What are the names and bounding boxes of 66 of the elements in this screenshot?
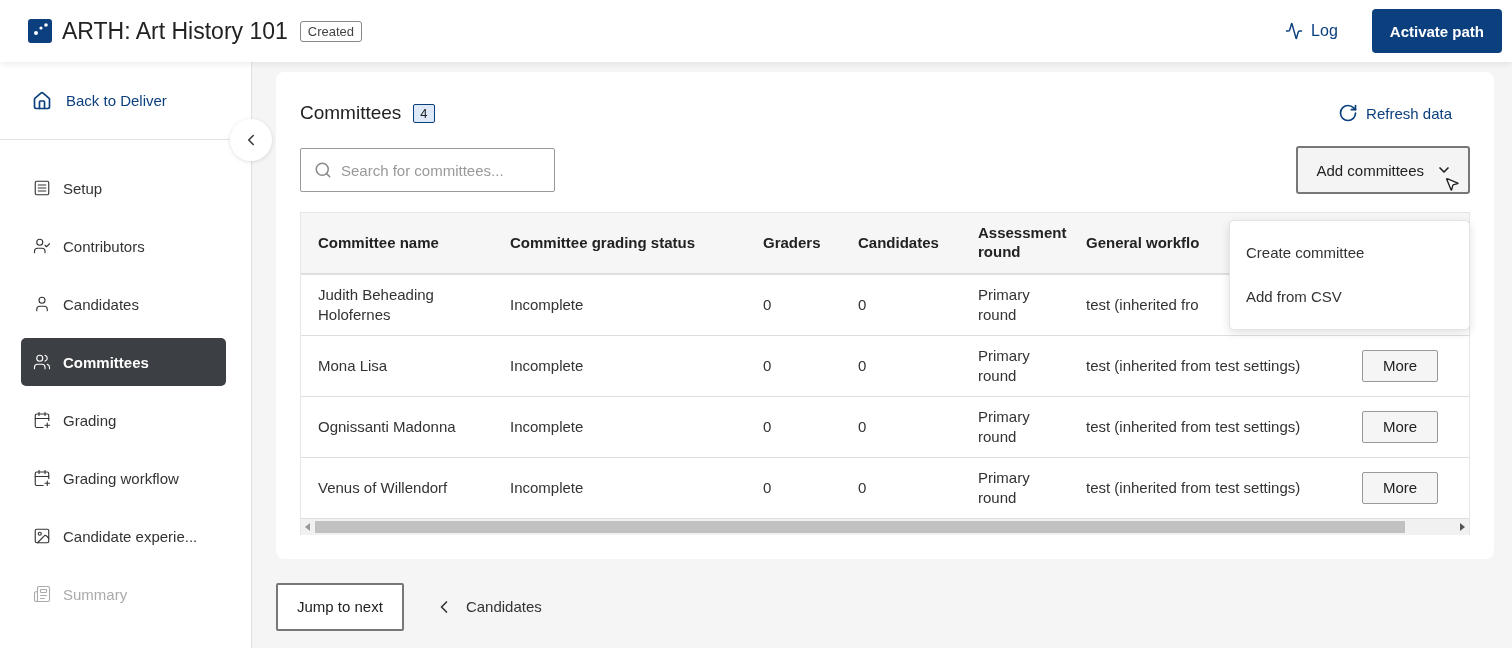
menu-item[interactable]: Add from CSV bbox=[1230, 275, 1469, 319]
activity-icon bbox=[1285, 22, 1304, 40]
table-cell: Judith Beheading Holofernes bbox=[301, 274, 493, 335]
sidebar-item[interactable]: Candidate experie... bbox=[21, 512, 226, 560]
column-header: Committee grading status bbox=[493, 213, 746, 274]
sidebar-item[interactable]: Contributors bbox=[21, 222, 226, 270]
column-header: Committee name bbox=[301, 213, 493, 274]
sidebar-item[interactable]: Candidates bbox=[21, 280, 226, 328]
column-header: Assessment round bbox=[961, 213, 1069, 274]
users-icon bbox=[33, 353, 51, 371]
section-title: Committees bbox=[300, 102, 402, 124]
sidebar-item[interactable]: Grading bbox=[21, 396, 226, 444]
search-icon bbox=[314, 161, 332, 179]
sidebar-item[interactable]: Setup bbox=[21, 164, 226, 212]
calendar-icon bbox=[33, 411, 51, 429]
jump-to-next-button[interactable]: Jump to next bbox=[276, 582, 404, 631]
table-cell: 0 bbox=[746, 274, 841, 335]
user-check-icon bbox=[33, 237, 51, 255]
table-cell: Ognissanti Madonna bbox=[301, 396, 493, 457]
table-cell: Mona Lisa bbox=[301, 335, 493, 396]
scroll-right-icon[interactable] bbox=[1459, 522, 1465, 531]
table-cell: Incomplete bbox=[493, 274, 746, 335]
table-cell: 0 bbox=[746, 335, 841, 396]
table-cell: Incomplete bbox=[493, 396, 746, 457]
logo-icon bbox=[28, 19, 52, 43]
image-icon bbox=[33, 527, 51, 545]
table-cell: Primary round bbox=[961, 396, 1069, 457]
user-icon bbox=[33, 295, 51, 313]
calendar-icon bbox=[33, 469, 51, 487]
table-cell: 0 bbox=[841, 335, 961, 396]
table-cell: Incomplete bbox=[493, 457, 746, 518]
table-cell: Primary round bbox=[961, 274, 1069, 335]
table-cell: Primary round bbox=[961, 457, 1069, 518]
status-badge: Created bbox=[299, 20, 363, 42]
table-cell: test (inherited from test settings) bbox=[1069, 396, 1345, 457]
table-cell: 0 bbox=[841, 457, 961, 518]
count-badge: 4 bbox=[413, 103, 435, 123]
page-title: ARTH: Art History 101 bbox=[62, 17, 288, 45]
more-button[interactable]: More bbox=[1362, 471, 1438, 504]
home-icon bbox=[32, 90, 52, 111]
more-button[interactable]: More bbox=[1362, 349, 1438, 382]
log-link[interactable]: Log bbox=[1285, 22, 1338, 40]
sidebar-item[interactable]: Grading workflow bbox=[21, 454, 226, 502]
cursor-icon bbox=[1444, 176, 1460, 192]
newspaper-icon bbox=[33, 585, 51, 603]
activate-path-button[interactable]: Activate path bbox=[1371, 9, 1502, 53]
search-field[interactable]: Search for committees... bbox=[300, 148, 555, 192]
list-icon bbox=[33, 179, 51, 197]
table-cell: 0 bbox=[841, 274, 961, 335]
sidebar-item[interactable]: Committees bbox=[21, 338, 226, 386]
table-cell: Incomplete bbox=[493, 335, 746, 396]
more-button[interactable]: More bbox=[1362, 410, 1438, 443]
table-cell: test (inherited from test settings) bbox=[1069, 457, 1345, 518]
table-cell: test (inherited from test settings) bbox=[1069, 335, 1345, 396]
column-header: Candidates bbox=[841, 213, 961, 274]
refresh-link[interactable]: Refresh data bbox=[1338, 103, 1452, 123]
table-cell: 0 bbox=[746, 457, 841, 518]
table-cell: 0 bbox=[746, 396, 841, 457]
table-cell: 0 bbox=[841, 396, 961, 457]
column-header: Graders bbox=[746, 213, 841, 274]
table-cell: Venus of Willendorf bbox=[301, 457, 493, 518]
refresh-icon bbox=[1338, 103, 1359, 123]
scroll-left-icon[interactable] bbox=[305, 522, 311, 531]
add-committees-button[interactable]: Add committees bbox=[1296, 146, 1470, 194]
candidates-back-link[interactable]: Candidates bbox=[433, 596, 542, 617]
table-cell: Primary round bbox=[961, 335, 1069, 396]
